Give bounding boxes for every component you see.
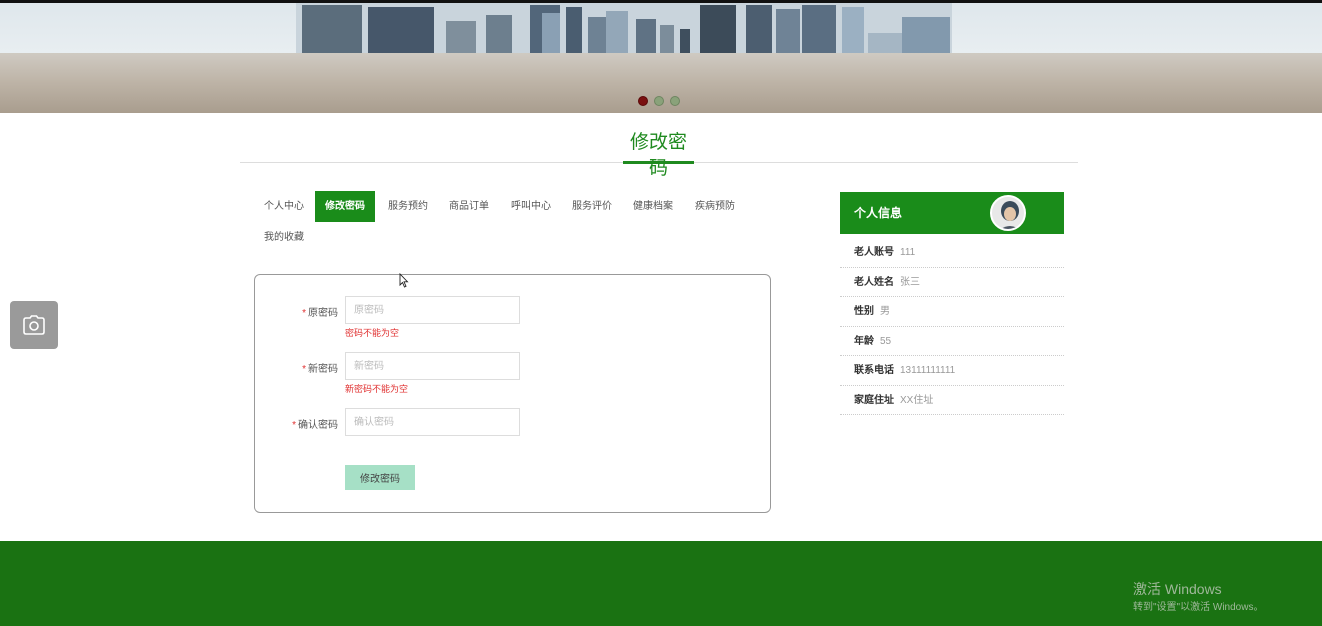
info-key: 性别 (854, 306, 874, 317)
info-key: 老人账号 (854, 247, 894, 258)
info-value: 111 (900, 247, 916, 258)
info-value: XX住址 (900, 394, 934, 406)
tab-health-records[interactable]: 健康档案 (623, 191, 683, 222)
user-avatar-icon (992, 197, 1024, 229)
personal-info-list: 老人账号 111 老人姓名 张三 性别男 年龄 55 联系电话 13111111111 … (840, 238, 1064, 415)
confirm-password-label-text: 确认密码 (298, 420, 338, 431)
info-row-account: 老人账号 111 (840, 238, 1064, 268)
mouse-cursor-icon (399, 273, 409, 288)
carousel-dot-2[interactable] (654, 96, 664, 106)
old-password-label-text: 原密码 (308, 308, 338, 319)
tab-product-orders[interactable]: 商品订单 (439, 191, 499, 222)
avatar (990, 195, 1026, 231)
new-password-label: * 新密码 (302, 360, 338, 375)
old-password-label: * 原密码 (302, 304, 338, 319)
change-password-form: * 原密码 密码不能为空 * 新密码 新密码不能为空 * 确认密码 修改密码 (254, 274, 771, 513)
personal-info-header: 个人信息 (840, 192, 1064, 234)
tab-call-center[interactable]: 呼叫中心 (501, 191, 561, 222)
windows-activation-watermark-title: 激活 Windows (1133, 581, 1222, 597)
screenshot-camera-button[interactable] (10, 301, 58, 349)
page-footer (0, 541, 1322, 626)
info-key: 年龄 (854, 335, 874, 347)
banner-skyline-image (296, 3, 952, 53)
carousel-dot-1[interactable] (638, 96, 648, 106)
info-value: 13111111111 (900, 365, 956, 376)
tab-my-favorites[interactable]: 我的收藏 (254, 222, 314, 253)
change-password-button[interactable]: 修改密码 (345, 465, 415, 490)
old-password-error: 密码不能为空 (345, 328, 400, 338)
personal-info-title: 个人信息 (854, 206, 903, 220)
camera-icon (23, 315, 45, 335)
info-row-gender: 性别男 (840, 297, 1064, 327)
old-password-input[interactable] (345, 296, 520, 324)
carousel-indicators (638, 96, 680, 106)
windows-activation-watermark-text: 转到"设置"以激活 Windows。 (1133, 602, 1264, 613)
info-value: 55 (880, 335, 892, 347)
tab-change-password[interactable]: 修改密码 (315, 191, 375, 222)
info-key: 老人姓名 (854, 276, 894, 288)
new-password-input[interactable] (345, 352, 520, 380)
carousel-dot-3[interactable] (670, 96, 680, 106)
page-title: 修改密码 (623, 130, 694, 179)
info-row-address: 家庭住址 XX住址 (840, 386, 1064, 415)
info-value: 男 (880, 306, 890, 317)
new-password-label-text: 新密码 (308, 364, 338, 375)
info-value: 张三 (900, 276, 920, 288)
info-row-age: 年龄 55 (840, 327, 1064, 356)
confirm-password-label: * 确认密码 (292, 416, 338, 431)
info-key: 联系电话 (854, 365, 894, 376)
required-mark: * (292, 420, 296, 431)
required-mark: * (302, 364, 306, 375)
tab-disease-prevention[interactable]: 疾病预防 (685, 191, 745, 222)
tab-service-booking[interactable]: 服务预约 (378, 191, 438, 222)
required-mark: * (302, 308, 306, 319)
confirm-password-input[interactable] (345, 408, 520, 436)
tab-service-review[interactable]: 服务评价 (562, 191, 622, 222)
new-password-error: 新密码不能为空 (345, 384, 409, 394)
tab-personal-center[interactable]: 个人中心 (254, 191, 314, 222)
banner-carousel (0, 0, 1322, 113)
personal-info-panel: 个人信息 老人账号 111 老人姓名 张三 性别男 年龄 55 联系电话 1311111… (840, 192, 1064, 415)
info-key: 家庭住址 (854, 394, 894, 406)
page-title-bar: 修改密码 (240, 130, 1078, 179)
info-row-name: 老人姓名 张三 (840, 268, 1064, 297)
info-row-phone: 联系电话 13111111111 (840, 356, 1064, 386)
